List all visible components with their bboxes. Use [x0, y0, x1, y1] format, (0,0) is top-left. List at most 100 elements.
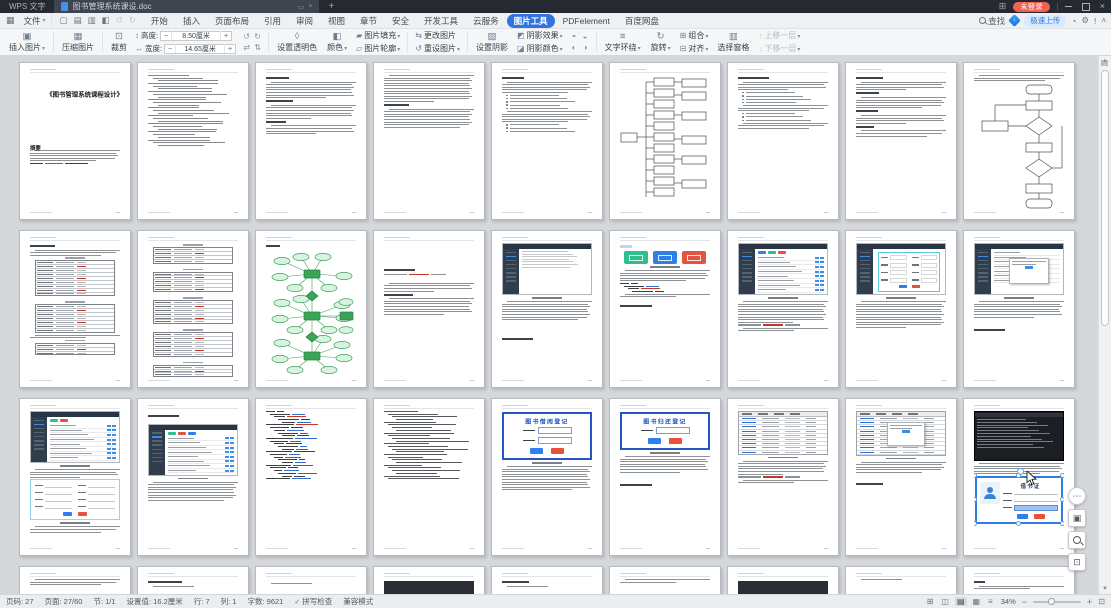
page-thumbnail-22[interactable]	[373, 398, 485, 556]
ribbon-button-插入图片[interactable]: ▣插入图片	[4, 29, 50, 55]
page-thumbnail-12[interactable]	[255, 230, 367, 388]
field-input[interactable]	[88, 497, 115, 502]
menu-tab-审阅[interactable]: 审阅	[289, 14, 320, 28]
selection-handle[interactable]	[1060, 473, 1064, 478]
notice-icon[interactable]: !	[1094, 16, 1096, 26]
menu-tab-视图[interactable]: 视图	[321, 14, 352, 28]
page-thumbnail-1[interactable]: 《图书管理系统课程设计》摘要	[19, 62, 131, 220]
scrollbar-thumb[interactable]	[1101, 70, 1109, 326]
page-thumbnail-7[interactable]	[727, 62, 839, 220]
restore-button[interactable]	[1082, 3, 1090, 11]
submit-button[interactable]	[530, 448, 543, 454]
page-thumbnail-9[interactable]	[963, 62, 1075, 220]
zoom-out-button[interactable]: −	[1022, 597, 1027, 607]
page-thumbnail-28[interactable]	[19, 566, 131, 594]
ribbon-button-重设图片[interactable]: ↺重设图片	[415, 43, 460, 54]
cloud-sync-icon[interactable]: ↑	[1008, 14, 1021, 27]
spinner-field[interactable]: −14.65厘米+	[164, 44, 236, 54]
reset-button[interactable]	[669, 438, 682, 444]
ribbon-button-更改图片[interactable]: ⇆更改图片	[415, 30, 460, 41]
ribbon-button-上移一层[interactable]: ↑上移一层	[758, 30, 800, 41]
field-input[interactable]	[656, 427, 690, 434]
crop-picture-button[interactable]: ⊡	[1068, 553, 1086, 571]
ribbon-button-压缩图片[interactable]: ▦压缩图片	[57, 29, 99, 55]
page-thumbnail-17[interactable]	[845, 230, 957, 388]
more-options-button[interactable]: ⋯	[1068, 487, 1086, 505]
spinner-increase[interactable]: +	[224, 44, 235, 53]
page-thumbnail-13[interactable]	[373, 230, 485, 388]
selection-handle[interactable]	[1016, 521, 1021, 526]
close-button[interactable]: ×	[1100, 2, 1105, 11]
field-input[interactable]	[88, 504, 115, 509]
collapse-ribbon-icon[interactable]: ˄	[1101, 16, 1106, 25]
page-thumbnail-11[interactable]	[137, 230, 249, 388]
ribbon-button-文字环绕[interactable]: ≡文字环绕	[600, 29, 646, 55]
status-兼容模式[interactable]: 兼容模式	[343, 596, 373, 607]
menu-tab-页面布局[interactable]: 页面布局	[208, 14, 256, 28]
flip-horizontal-icon[interactable]: ⇄	[241, 42, 252, 53]
menu-tab-图片工具[interactable]: 图片工具	[507, 14, 555, 28]
page-thumbnail-2[interactable]	[137, 62, 249, 220]
fit-page-icon[interactable]: ⊡	[1098, 597, 1105, 606]
ribbon-button-阴影颜色[interactable]: ◪阴影颜色	[517, 43, 563, 54]
menu-tab-百度网盘[interactable]: 百度网盘	[618, 14, 666, 28]
spinner-decrease[interactable]: −	[161, 31, 172, 40]
field-input[interactable]	[88, 490, 115, 495]
page-thumbnail-10[interactable]	[19, 230, 131, 388]
page-thumbnail-29[interactable]	[137, 566, 249, 594]
menu-tab-PDFelement[interactable]: PDFelement	[556, 15, 617, 27]
menu-tab-开发工具[interactable]: 开发工具	[417, 14, 465, 28]
status-列: 1[interactable]: 列: 1	[221, 596, 237, 607]
page-thumbnail-31[interactable]	[373, 566, 485, 594]
ribbon-button-对齐[interactable]: ⊟对齐	[680, 43, 709, 54]
zoom-in-button[interactable]: +	[1087, 597, 1092, 607]
page-thumbnail-18[interactable]	[963, 230, 1075, 388]
global-menu-icon[interactable]: ▦	[0, 15, 19, 26]
ribbon-button-图片填充[interactable]: ▰图片填充	[356, 30, 400, 41]
print-icon[interactable]: ▥	[88, 15, 96, 26]
field-input[interactable]	[45, 504, 72, 509]
ribbon-button-下移一层[interactable]: ↓下移一层	[758, 43, 800, 54]
page-thumbnail-30[interactable]	[255, 566, 367, 594]
status-节: 1/1[interactable]: 节: 1/1	[93, 596, 115, 607]
redo-icon[interactable]: ↻	[129, 15, 136, 26]
confirm-button[interactable]	[63, 512, 72, 517]
field-input[interactable]	[45, 483, 72, 488]
menu-tab-安全[interactable]: 安全	[385, 14, 416, 28]
shadow-nudge-up-icon[interactable]: ◓	[569, 31, 580, 42]
status-页码: 27[interactable]: 页码: 27	[6, 596, 34, 607]
print-preview-icon[interactable]: ◧	[102, 15, 110, 26]
page-thumbnail-24[interactable]: 图书归还登记	[609, 398, 721, 556]
ribbon-button-裁剪[interactable]: ⊡裁剪	[106, 29, 132, 55]
menu-tab-插入[interactable]: 插入	[176, 14, 207, 28]
page-thumbnail-19[interactable]	[19, 398, 131, 556]
find-button[interactable]: 查找	[979, 15, 1005, 27]
selection-handle[interactable]	[1060, 497, 1064, 502]
minimize-button[interactable]	[1065, 6, 1072, 7]
web-layout-icon[interactable]: ▦	[971, 597, 983, 606]
status-拼写检查[interactable]: ✓拼写检查	[294, 596, 332, 607]
document-tab[interactable]: 图书管理系统课设.doc ▭ ×	[54, 0, 319, 13]
apps-grid-icon[interactable]: ⊞	[999, 1, 1007, 12]
rotate-left-icon[interactable]: ↺	[241, 31, 252, 42]
page-thumbnail-23[interactable]: 图书借阅登记	[491, 398, 603, 556]
read-layout-icon[interactable]: ◫	[939, 597, 951, 606]
field-input[interactable]	[538, 427, 572, 434]
page-thumbnail-32[interactable]	[491, 566, 603, 594]
ribbon-button-组合[interactable]: ⊞组合	[680, 30, 709, 41]
ribbon-button-设置阴影[interactable]: ▨设置阴影	[471, 29, 513, 55]
reset-button[interactable]	[551, 448, 564, 454]
page-thumbnail-25[interactable]	[727, 398, 839, 556]
pin-tab-icon[interactable]: ▭	[298, 3, 305, 11]
new-tab-button[interactable]: +	[328, 2, 334, 12]
ribbon-button-设置透明色[interactable]: ◊设置透明色	[272, 29, 322, 55]
menu-tab-开始[interactable]: 开始	[144, 14, 175, 28]
status-字数: 9621[interactable]: 字数: 9621	[248, 596, 284, 607]
page-thumbnail-33[interactable]	[609, 566, 721, 594]
shadow-nudge-left-icon[interactable]: ◐	[569, 42, 580, 53]
page-thumbnail-27[interactable]: 借书证	[963, 398, 1075, 556]
save-icon[interactable]: ▢	[60, 15, 68, 26]
selection-handle[interactable]	[974, 521, 977, 526]
page-thumbnail-26[interactable]	[845, 398, 957, 556]
status-行: 7[interactable]: 行: 7	[194, 596, 210, 607]
